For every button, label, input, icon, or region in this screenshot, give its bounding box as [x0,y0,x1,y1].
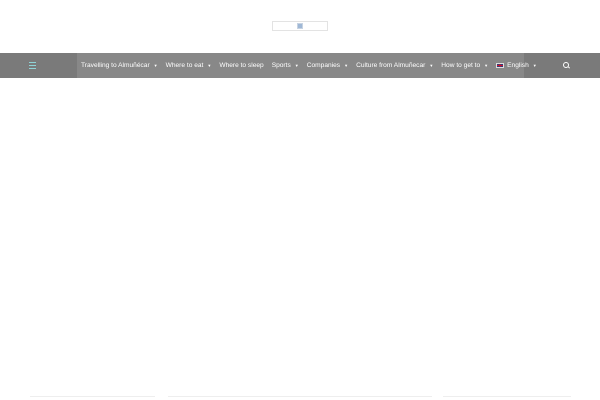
content-divider-center [168,396,432,397]
chevron-down-icon: ▼ [429,63,434,68]
main-navigation-bar: Travelling to Almuñécar ▼ Where to eat ▼… [0,53,600,78]
chevron-down-icon: ▼ [153,63,158,68]
nav-item-label: Sports [271,62,291,69]
page: Travelling to Almuñécar ▼ Where to eat ▼… [0,0,600,400]
language-selector[interactable]: English ▼ [496,62,537,69]
nav-menu: Travelling to Almuñécar ▼ Where to eat ▼… [81,53,545,78]
nav-item-label: Travelling to Almuñécar [81,62,150,69]
nav-item-label: Where to sleep [219,62,264,69]
nav-item-where-to-sleep[interactable]: Where to sleep [219,62,263,69]
content-divider-right [443,396,571,397]
nav-item-where-to-eat[interactable]: Where to eat ▼ [166,62,212,69]
nav-item-sports[interactable]: Sports ▼ [272,62,299,69]
nav-item-label: Culture from Almuñecar [356,62,426,69]
chevron-down-icon: ▼ [532,63,537,68]
search-icon[interactable] [563,62,571,69]
nav-item-label: How to get to [441,62,481,69]
chevron-down-icon: ▼ [484,63,489,68]
nav-item-label: Where to eat [165,62,204,69]
nav-item-label: Companies [306,62,341,69]
language-label: English [507,62,529,69]
site-logo[interactable] [272,21,328,31]
content-divider-left [30,396,155,397]
logo-image-icon [297,23,303,29]
chevron-down-icon: ▼ [207,63,212,68]
nav-item-companies[interactable]: Companies ▼ [307,62,348,69]
nav-item-how-to-get-to[interactable]: How to get to ▼ [441,62,488,69]
chevron-down-icon: ▼ [344,63,349,68]
nav-item-culture[interactable]: Culture from Almuñecar ▼ [356,62,433,69]
hamburger-icon[interactable] [29,62,36,69]
nav-item-travelling[interactable]: Travelling to Almuñécar ▼ [81,62,158,69]
chevron-down-icon: ▼ [294,63,299,68]
uk-flag-icon [496,63,505,68]
